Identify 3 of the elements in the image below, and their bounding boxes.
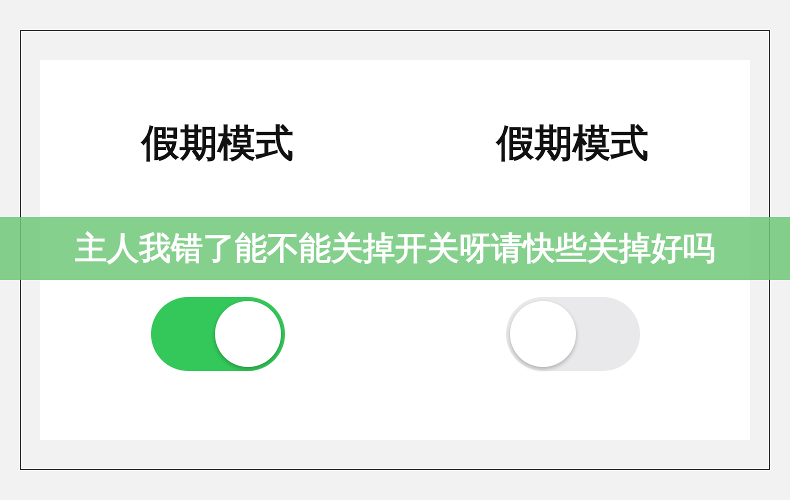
caption-banner: 主人我错了能不能关掉开关呀请快些关掉好吗 bbox=[0, 217, 790, 280]
setting-title: 假期模式 bbox=[496, 120, 648, 167]
setting-title: 假期模式 bbox=[142, 120, 294, 167]
